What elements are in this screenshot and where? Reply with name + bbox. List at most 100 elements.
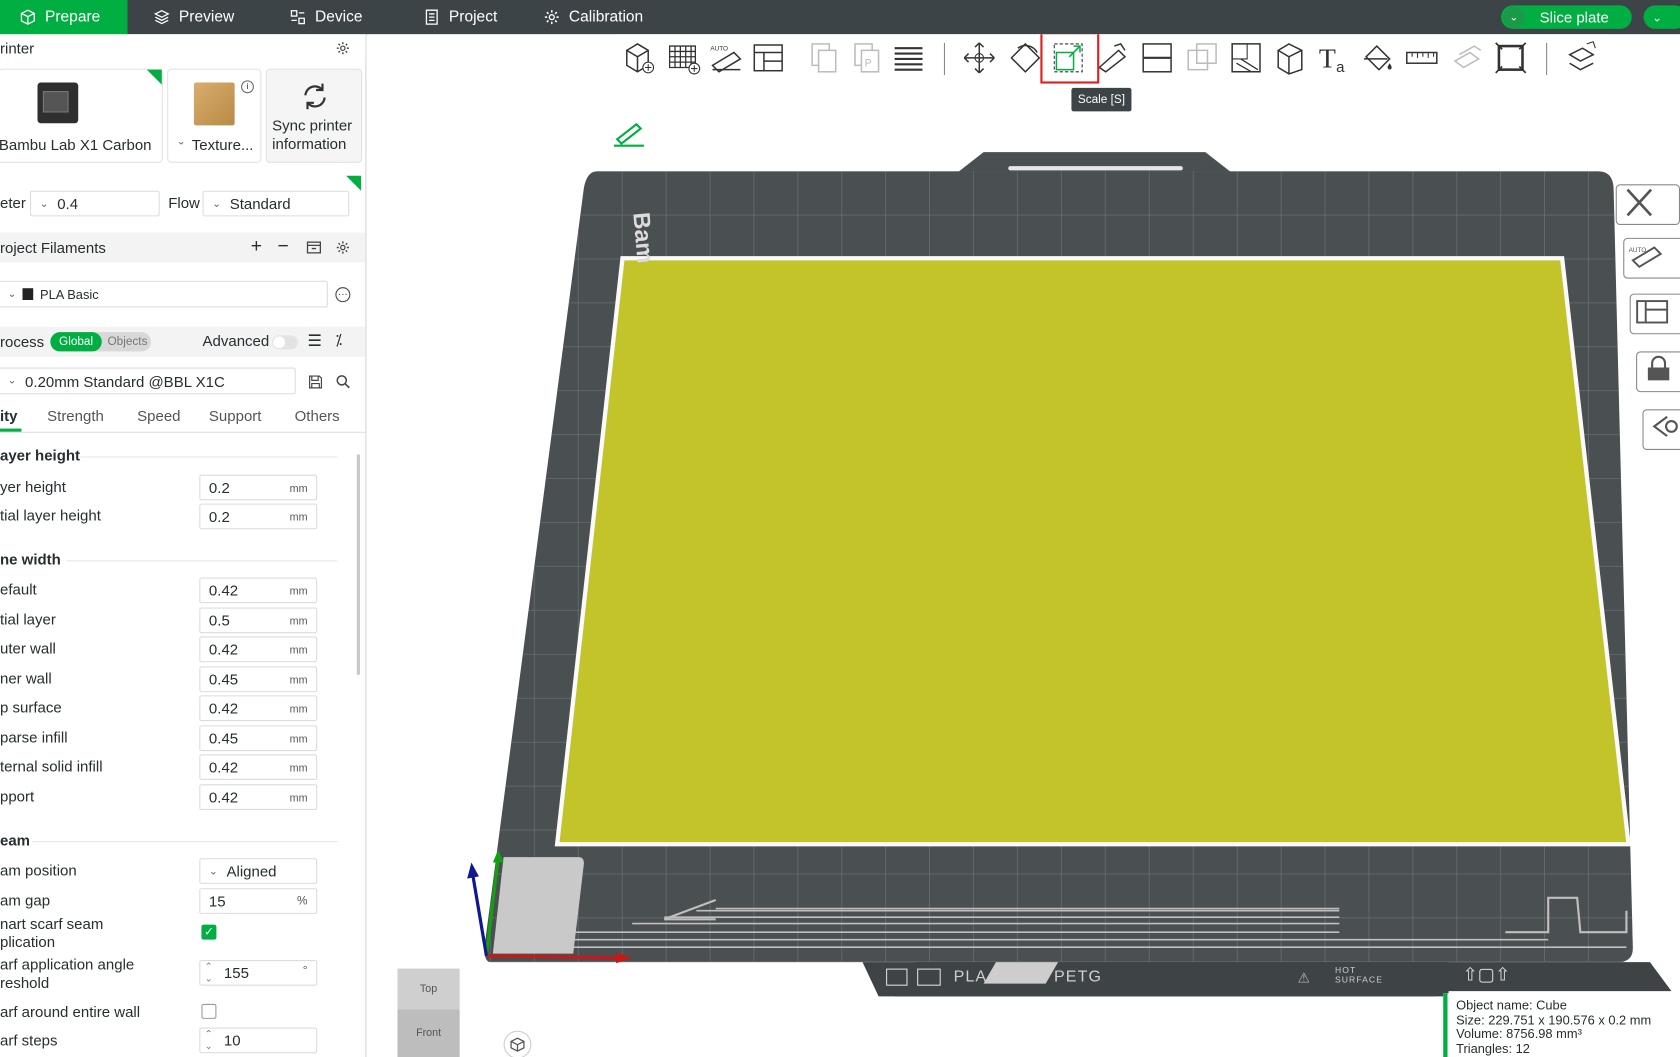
move-button[interactable] — [960, 36, 999, 79]
filament-sync-icon[interactable] — [305, 239, 322, 256]
layer-height-input[interactable]: 0.2 mm — [199, 474, 318, 501]
line-width-input[interactable]: 0.5 mm — [199, 607, 318, 634]
close-plate-button[interactable] — [1615, 184, 1680, 226]
tab-support[interactable]: Support — [209, 407, 262, 424]
svg-text:AUTO: AUTO — [1629, 247, 1647, 254]
view-cube-front[interactable]: Front — [397, 1009, 460, 1057]
printer-card[interactable]: Bambu Lab X1 Carbon — [0, 68, 163, 163]
seam-gap-input[interactable]: 15% — [199, 888, 318, 914]
more-options-icon[interactable]: ··· — [335, 287, 351, 303]
auto-orient-plate-button[interactable]: AUTO — [1623, 237, 1680, 279]
color-paint-button[interactable] — [1359, 36, 1398, 79]
view-cube-top[interactable]: Top — [397, 968, 460, 1010]
unit-label: mm — [289, 762, 308, 775]
slice-plate-button[interactable]: ⌄ Slice plate — [1501, 5, 1632, 29]
tab-others[interactable]: Others — [295, 407, 340, 424]
toggle-global[interactable]: Global — [50, 332, 102, 352]
line-width-input[interactable]: 0.45 mm — [199, 725, 318, 752]
measure-button[interactable] — [1403, 36, 1442, 79]
boolean-button[interactable] — [1183, 36, 1222, 79]
add-button[interactable] — [619, 36, 658, 79]
tab-calibration[interactable]: Calibration — [543, 0, 672, 34]
lock-plate-button[interactable] — [1636, 351, 1680, 393]
input-value: 0.42 — [208, 640, 239, 658]
process-preset-select[interactable]: ⌄ 0.20mm Standard @BBL X1C — [0, 367, 296, 395]
plate-layout-button[interactable] — [749, 36, 788, 79]
search-icon[interactable] — [334, 373, 351, 390]
toggle-objects[interactable]: Objects — [104, 332, 151, 351]
more-actions-button[interactable]: ⌄ — [1643, 5, 1680, 29]
tab-preview[interactable]: Preview — [153, 0, 271, 34]
seam-paint-button[interactable] — [1271, 36, 1310, 79]
tab-prepare[interactable]: Prepare — [0, 0, 128, 35]
initial-layer-height-input[interactable]: 0.2 mm — [199, 503, 318, 530]
hot-surface-label-1: HOT — [1335, 965, 1357, 976]
remove-filament-icon[interactable]: − — [278, 235, 289, 258]
z-axis — [470, 872, 489, 956]
smart-scarf-checkbox[interactable]: ✓ — [201, 924, 217, 940]
gear-icon[interactable] — [334, 239, 351, 256]
section-title: rinter — [0, 39, 35, 57]
arrange-grid-button[interactable] — [664, 36, 703, 79]
info-icon[interactable]: i — [241, 80, 254, 94]
filament-select[interactable]: ⌄ PLA Basic — [0, 280, 328, 308]
support-paint-button[interactable] — [1227, 36, 1266, 79]
rotate-button[interactable] — [1006, 36, 1045, 79]
edit-plate-name-icon[interactable] — [611, 120, 647, 148]
cut-button[interactable] — [1138, 36, 1177, 79]
selected-indicator — [146, 69, 162, 85]
3d-viewport[interactable]: Bam PLA / ABS / PETG ⚠ HOT SURFACE ⇧▢⇧ A… — [367, 34, 1680, 1057]
line-width-input[interactable]: 0.42 mm — [199, 636, 318, 663]
setting-label: ternal solid infill — [0, 757, 103, 775]
tab-speed[interactable]: Speed — [137, 407, 180, 424]
stepper-arrows-icon[interactable]: ⌃ ⌄ — [205, 961, 213, 985]
seam-position-select[interactable]: ⌄ Aligned — [199, 858, 318, 884]
text-button[interactable]: Ta — [1316, 36, 1355, 79]
auto-orient-button[interactable]: AUTO — [707, 36, 746, 79]
chevron-down-icon[interactable]: ⌄ — [1503, 6, 1525, 28]
input-value: 0.45 — [208, 729, 239, 747]
reset-view-icon[interactable] — [503, 1030, 532, 1057]
scarf-angle-spinner[interactable]: ⌃ ⌄ 155 ° — [199, 960, 318, 986]
explode-button[interactable] — [1562, 36, 1601, 79]
cube-model[interactable] — [554, 256, 1631, 847]
scarf-entire-wall-checkbox[interactable] — [201, 1003, 217, 1019]
line-width-input[interactable]: 0.42 mm — [199, 695, 318, 722]
advanced-toggle[interactable] — [272, 335, 298, 350]
stepper-arrows-icon[interactable]: ⌃ ⌄ — [205, 1029, 213, 1053]
line-width-input[interactable]: 0.42 mm — [199, 784, 318, 811]
line-width-input[interactable]: 0.45 mm — [199, 666, 318, 693]
global-objects-toggle[interactable]: Global Objects — [50, 332, 152, 352]
nozzle-select[interactable]: ⌄ 0.4 — [30, 190, 160, 217]
layers-stack-button[interactable] — [889, 36, 928, 79]
gear-icon[interactable] — [334, 40, 351, 57]
paste-button[interactable]: P — [848, 36, 887, 79]
setting-label: am gap — [0, 891, 51, 909]
tab-quality[interactable]: ity — [0, 407, 18, 424]
flow-select[interactable]: ⌄ Standard — [202, 190, 350, 217]
copy-button[interactable] — [805, 36, 844, 79]
unit-label: mm — [289, 616, 308, 628]
plate-card[interactable]: i ⌄ Texture... — [167, 68, 262, 163]
unit-label: mm — [289, 675, 308, 687]
tab-project[interactable]: Project — [423, 0, 541, 34]
unit-label: mm — [289, 483, 308, 496]
compare-icon[interactable]: ⁒ — [335, 331, 342, 349]
sync-printer-button[interactable]: Sync printer information — [265, 68, 363, 163]
tab-strength[interactable]: Strength — [47, 407, 104, 424]
scrollbar[interactable] — [356, 454, 361, 676]
plate-settings-button[interactable] — [1642, 409, 1680, 451]
save-icon[interactable] — [306, 373, 323, 390]
lay-on-face-button[interactable] — [1094, 36, 1133, 79]
list-icon[interactable]: ☰ — [308, 331, 322, 350]
arrange-plate-button[interactable] — [1629, 293, 1680, 335]
add-filament-icon[interactable]: + — [251, 235, 262, 258]
line-width-input[interactable]: 0.42 mm — [199, 754, 318, 781]
chevron-down-icon: ⌄ — [208, 865, 218, 877]
assemble-button[interactable] — [1448, 36, 1487, 79]
scarf-steps-spinner[interactable]: ⌃ ⌄ 10 — [199, 1027, 318, 1054]
line-width-input[interactable]: 0.42 mm — [199, 577, 318, 604]
tab-device[interactable]: Device — [289, 0, 407, 34]
fit-button[interactable] — [1491, 36, 1530, 79]
seam-paint-icon — [1277, 43, 1303, 75]
